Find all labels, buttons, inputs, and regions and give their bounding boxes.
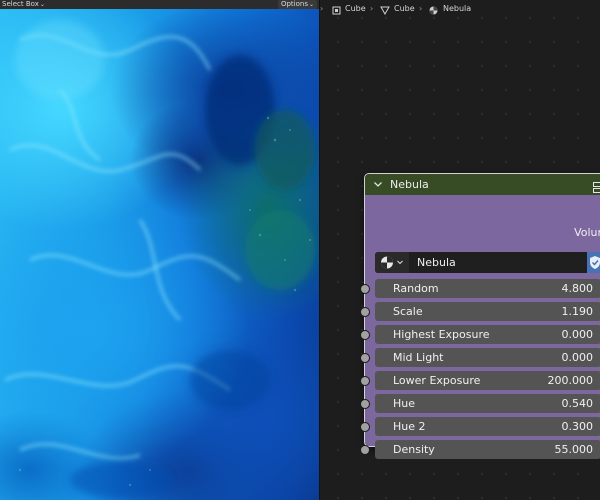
input-field[interactable]: Highest Exposure 0.000: [375, 325, 600, 344]
input-field[interactable]: Random 4.800: [375, 279, 600, 298]
mesh-icon: [380, 4, 390, 21]
input-socket[interactable]: [360, 284, 370, 294]
nebula-texture: [4, 20, 315, 498]
node-group-selector[interactable]: Nebula: [375, 252, 600, 273]
viewport-header: Select Box⌄ Options⌄: [0, 0, 319, 9]
input-socket[interactable]: [360, 399, 370, 409]
nebula-group-node[interactable]: Nebula Volume Nebula: [360, 173, 600, 459]
input-value: 0.000: [561, 351, 594, 364]
node-group-type-button[interactable]: [375, 252, 409, 273]
options-dropdown[interactable]: Options⌄: [277, 0, 317, 9]
input-row: Mid Light 0.000: [360, 348, 600, 367]
select-box-dropdown[interactable]: Select Box⌄: [0, 0, 47, 9]
chevron-right-icon: ›: [320, 4, 324, 13]
input-value: 4.800: [561, 282, 594, 295]
node-group-icon[interactable]: [593, 179, 600, 193]
chevron-down-icon: ⌄: [308, 1, 314, 8]
input-label: Lower Exposure: [393, 374, 481, 387]
node-editor[interactable]: › Cube › Cube › Nebula Nebula Volume: [320, 0, 600, 500]
input-label: Density: [393, 443, 435, 456]
node-title: Nebula: [390, 178, 429, 191]
input-value: 0.300: [561, 420, 594, 433]
options-label: Options: [280, 0, 308, 8]
input-label: Scale: [393, 305, 423, 318]
input-row: Random 4.800: [360, 279, 600, 298]
select-mode-label: Select Box: [2, 0, 39, 8]
input-label: Hue: [393, 397, 416, 410]
input-field[interactable]: Hue 0.540: [375, 394, 600, 413]
breadcrumb-material[interactable]: Nebula: [443, 0, 471, 17]
input-row: Highest Exposure 0.000: [360, 325, 600, 344]
breadcrumb: › Cube › Cube › Nebula: [320, 0, 600, 17]
input-socket[interactable]: [360, 422, 370, 432]
input-label: Mid Light: [393, 351, 444, 364]
object-icon: [332, 4, 341, 21]
breadcrumb-object[interactable]: Cube: [345, 0, 366, 17]
input-value: 55.000: [554, 443, 594, 456]
chevron-right-icon: ›: [370, 4, 374, 13]
input-field[interactable]: Scale 1.190: [375, 302, 600, 321]
input-row: Lower Exposure 200.000: [360, 371, 600, 390]
chevron-right-icon: ›: [419, 4, 423, 13]
input-value: 0.000: [561, 328, 594, 341]
node-body: Volume Nebula Random 4.800 Scale 1.190 Highe…: [360, 195, 600, 459]
input-socket[interactable]: [360, 353, 370, 363]
input-row: Hue 0.540: [360, 394, 600, 413]
input-socket[interactable]: [360, 376, 370, 386]
input-label: Random: [393, 282, 439, 295]
input-label: Highest Exposure: [393, 328, 490, 341]
input-row: Density 55.000: [360, 440, 600, 459]
node-group-name-field[interactable]: Nebula: [417, 252, 456, 273]
input-field[interactable]: Lower Exposure 200.000: [375, 371, 600, 390]
input-value: 200.000: [547, 374, 594, 387]
input-value: 0.540: [561, 397, 594, 410]
input-socket[interactable]: [360, 330, 370, 340]
input-label: Hue 2: [393, 420, 426, 433]
input-socket[interactable]: [360, 307, 370, 317]
breadcrumb-mesh[interactable]: Cube: [394, 0, 415, 17]
collapse-chevron-icon[interactable]: [373, 174, 383, 195]
input-value: 1.190: [561, 305, 594, 318]
input-row: Scale 1.190: [360, 302, 600, 321]
output-volume-label: Volume: [574, 226, 600, 239]
chevron-down-icon: ⌄: [39, 1, 45, 8]
input-field[interactable]: Density 55.000: [375, 440, 600, 459]
material-icon: [429, 4, 438, 21]
input-field[interactable]: Mid Light 0.000: [375, 348, 600, 367]
input-field[interactable]: Hue 2 0.300: [375, 417, 600, 436]
input-row: Hue 2 0.300: [360, 417, 600, 436]
input-socket[interactable]: [360, 445, 370, 455]
viewport-render[interactable]: Select Box⌄ Options⌄: [0, 0, 319, 500]
shield-check-icon[interactable]: [587, 252, 600, 273]
node-header[interactable]: Nebula: [365, 174, 600, 195]
